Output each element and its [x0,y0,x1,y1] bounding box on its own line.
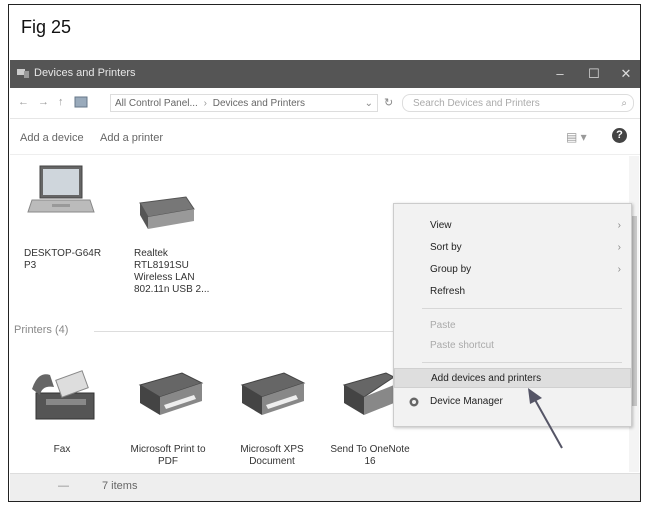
devices-window: Devices and Printers – ☐ ✕ ← → ↑ All Con… [10,60,640,501]
submenu-arrow-icon: › [617,242,621,253]
device-label-realtek: Realtek RTL8191SU Wireless LAN 802.11n U… [134,248,210,295]
menu-item-sort-by[interactable]: Sort by › [394,238,631,258]
menu-item-device-manager[interactable]: Device Manager [394,392,631,412]
search-icon: ⌕ [621,98,627,109]
submenu-arrow-icon: › [617,264,621,275]
usb-adapter-icon [139,196,195,229]
add-device-button[interactable]: Add a device [20,132,84,144]
breadcrumb-all-control-panel[interactable]: All Control Panel... [115,98,198,109]
maximize-button[interactable]: ☐ [580,64,608,84]
breadcrumb-devices-printers[interactable]: Devices and Printers [213,98,305,109]
status-bar: — 7 items [10,473,640,501]
view-options-button[interactable]: ▤ ▾ [566,130,587,144]
printer-label-fax: Fax [53,444,71,455]
address-bar: ← → ↑ All Control Panel... › Devices and… [10,88,640,119]
fax-icon [32,370,95,420]
menu-item-paste-shortcut[interactable]: Paste shortcut [394,336,631,356]
control-panel-icon [74,96,88,108]
address-dropdown-icon[interactable]: ⌄ [365,95,373,113]
printer-label-send-to: Send To OneNote 16 [330,444,410,467]
status-dash: — [58,480,69,492]
device-manager-icon [409,397,419,407]
laptop-icon [27,165,95,213]
pointer-arrow-annotation [528,388,563,449]
close-button[interactable]: ✕ [612,64,640,84]
printer-label-ms-xps: Microsoft XPS Document [240,444,304,467]
printers-section-header[interactable]: Printers (4) [14,324,404,336]
section-divider [94,331,404,332]
printers-section-label: Printers (4) [14,324,69,336]
search-placeholder: Search Devices and Printers [413,98,540,109]
up-button[interactable]: ↑ [58,96,64,108]
context-menu: View › Sort by › Group by › Refresh Past… [393,203,632,427]
menu-item-add-devices-printers[interactable]: Add devices and printers [394,368,631,388]
printer-icon [342,372,394,415]
menu-separator [422,308,622,309]
forward-button[interactable]: → [38,96,49,108]
menu-item-paste[interactable]: Paste [394,316,631,336]
printer-label-ms-pdf: Microsoft Print to PDF [130,444,206,467]
figure-frame: Fig 25 Devices and Printers – ☐ ✕ ← → ↑ … [8,4,641,502]
menu-item-view[interactable]: View › [394,216,631,236]
search-input[interactable]: Search Devices and Printers ⌕ [402,94,634,112]
title-bar[interactable]: Devices and Printers – ☐ ✕ [10,60,640,88]
add-printer-button[interactable]: Add a printer [100,132,163,144]
back-button[interactable]: ← [18,96,29,108]
submenu-arrow-icon: › [617,220,621,231]
window-title: Devices and Printers [34,67,136,79]
menu-item-group-by[interactable]: Group by › [394,260,631,280]
address-path[interactable]: All Control Panel... › Devices and Print… [110,94,378,112]
menu-item-refresh[interactable]: Refresh [394,282,631,302]
refresh-icon[interactable]: ↻ [384,96,393,109]
menu-separator [422,362,622,363]
devices-icon [17,69,29,78]
item-count: 7 items [102,480,138,492]
device-label-desktop: DESKTOP-G64R P3 [24,248,102,271]
printer-icon [138,372,204,415]
figure-label: Fig 25 [21,17,72,37]
printer-icon [240,372,306,415]
breadcrumb-separator: › [203,98,207,109]
minimize-button[interactable]: – [546,64,574,84]
help-icon[interactable]: ? [612,128,627,143]
command-bar: Add a device Add a printer ▤ ▾ ? [10,118,640,155]
